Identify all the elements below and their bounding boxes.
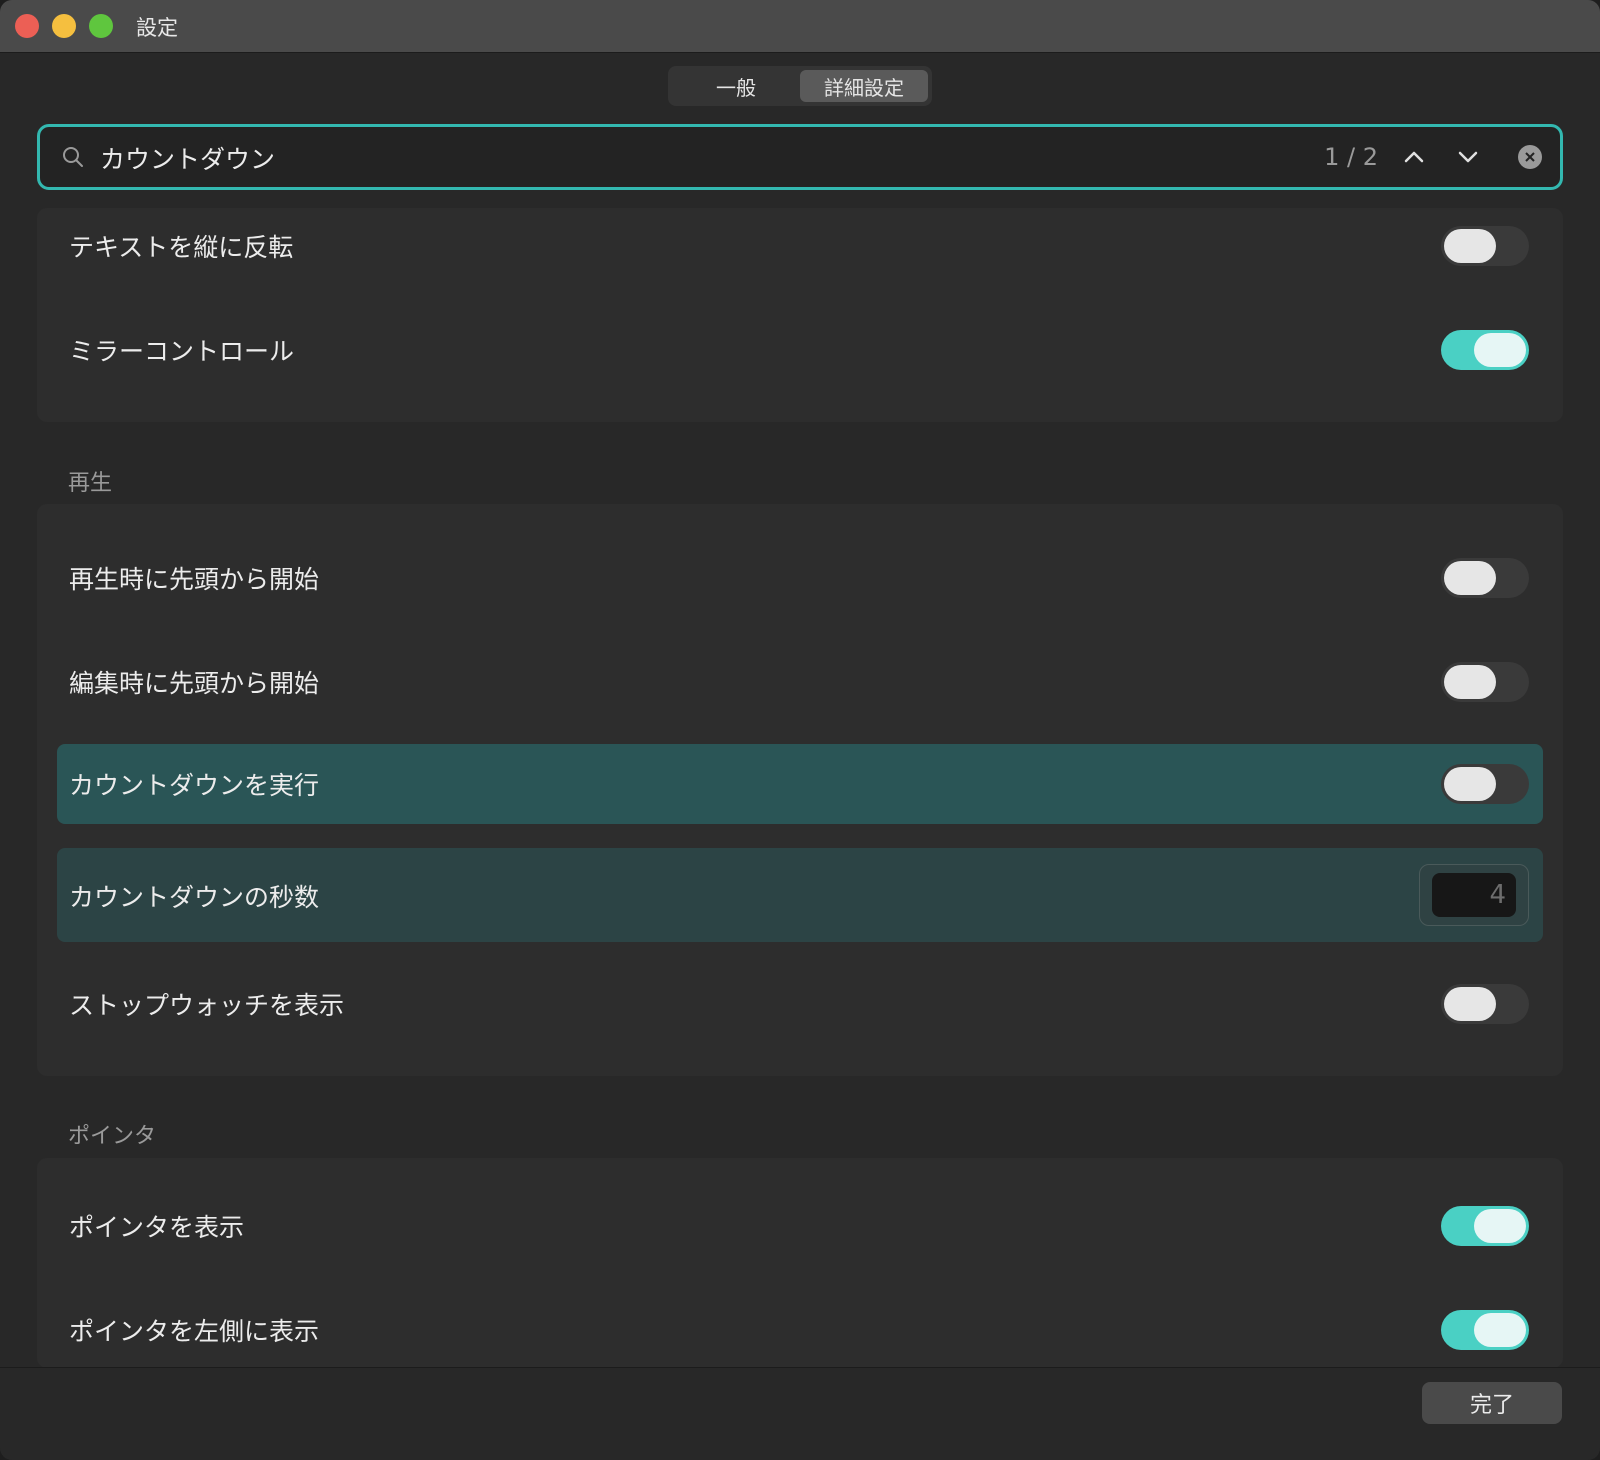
edit-from-start-toggle[interactable] (1441, 662, 1529, 702)
setting-label: カウントダウンを実行 (69, 771, 320, 800)
setting-row: テキストを縦に反転 (57, 208, 1543, 284)
setting-label: 編集時に先頭から開始 (69, 669, 320, 698)
setting-row-highlighted: カウントダウンの秒数 (57, 848, 1543, 942)
tab-advanced[interactable]: 詳細設定 (800, 70, 928, 102)
display-settings-card: テキストを縦に反転 ミラーコントロール (37, 208, 1563, 422)
clear-search-button[interactable] (1518, 145, 1542, 169)
search-field: 1 / 2 (37, 124, 1563, 190)
search-icon (63, 147, 83, 167)
playback-settings-card: 再生時に先頭から開始 編集時に先頭から開始 カウントダウンを実行 カウントダウン… (37, 504, 1563, 1076)
setting-label: ストップウォッチを表示 (69, 991, 345, 1020)
next-match-button[interactable] (1452, 141, 1484, 173)
search-input[interactable] (98, 137, 1202, 179)
setting-row-highlighted: カウントダウンを実行 (57, 744, 1543, 824)
setting-row: 編集時に先頭から開始 (57, 644, 1543, 720)
setting-label: ポインタを表示 (69, 1213, 245, 1242)
tab-general[interactable]: 一般 (672, 70, 800, 102)
countdown-seconds-input[interactable] (1432, 873, 1516, 917)
setting-row: 再生時に先頭から開始 (57, 540, 1543, 616)
setting-label: カウントダウンの秒数 (69, 883, 320, 912)
previous-match-button[interactable] (1398, 141, 1430, 173)
section-title-pointer: ポインタ (68, 1124, 157, 1149)
setting-row: ポインタを表示 (57, 1188, 1543, 1264)
pointer-settings-card: ポインタを表示 ポインタを左側に表示 (37, 1158, 1563, 1368)
close-window-button[interactable] (15, 14, 39, 38)
flip-text-vertical-toggle[interactable] (1441, 226, 1529, 266)
setting-label: テキストを縦に反転 (69, 233, 294, 262)
title-bar: 設定 (0, 0, 1600, 53)
mirror-control-toggle[interactable] (1441, 330, 1529, 370)
setting-label: 再生時に先頭から開始 (69, 565, 320, 594)
tab-bar: 一般 詳細設定 (668, 66, 932, 106)
chevron-down-icon (1458, 151, 1478, 163)
show-stopwatch-toggle[interactable] (1441, 984, 1529, 1024)
setting-row: ミラーコントロール (57, 312, 1543, 388)
done-button[interactable]: 完了 (1422, 1382, 1562, 1424)
settings-window: 設定 一般 詳細設定 1 / 2 (0, 0, 1600, 1460)
setting-label: ポインタを左側に表示 (69, 1317, 320, 1346)
window-title: 設定 (136, 16, 178, 40)
footer-bar: 完了 (0, 1367, 1600, 1460)
show-pointer-left-toggle[interactable] (1441, 1310, 1529, 1350)
play-from-start-toggle[interactable] (1441, 558, 1529, 598)
match-count: 1 / 2 (1324, 143, 1378, 171)
section-title-playback: 再生 (68, 471, 113, 496)
zoom-window-button[interactable] (89, 14, 113, 38)
countdown-seconds-stepper (1419, 864, 1529, 926)
show-pointer-toggle[interactable] (1441, 1206, 1529, 1246)
setting-row: ストップウォッチを表示 (57, 966, 1543, 1042)
minimize-window-button[interactable] (52, 14, 76, 38)
close-icon (1525, 152, 1535, 162)
chevron-up-icon (1404, 151, 1424, 163)
setting-row: ポインタを左側に表示 (57, 1292, 1543, 1368)
setting-label: ミラーコントロール (69, 337, 295, 366)
run-countdown-toggle[interactable] (1441, 764, 1529, 804)
